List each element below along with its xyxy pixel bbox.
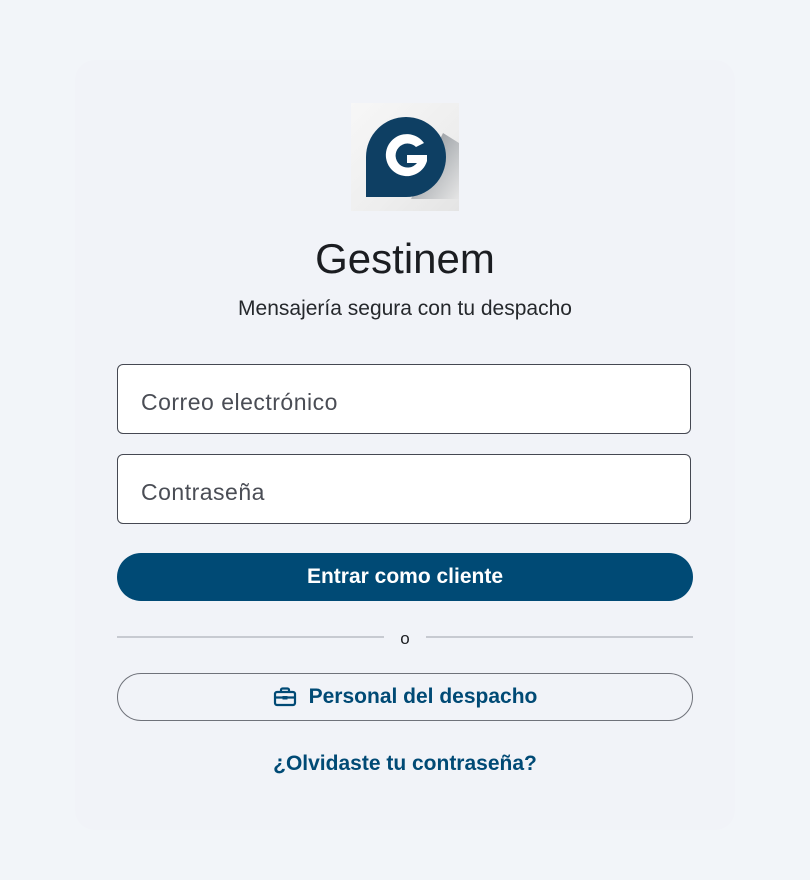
divider-text: o — [400, 629, 410, 648]
client-login-button[interactable]: Entrar como cliente — [117, 553, 693, 601]
briefcase-icon — [273, 685, 297, 709]
gestinem-logo-icon — [351, 103, 459, 211]
password-field[interactable] — [117, 454, 691, 524]
app-subtitle: Mensajería segura con tu despacho — [238, 297, 572, 320]
divider-line-left — [117, 636, 384, 638]
forgot-password-link[interactable]: ¿Olvidaste tu contraseña? — [0, 749, 810, 779]
email-field[interactable] — [117, 364, 691, 434]
app-title: Gestinem — [315, 235, 495, 282]
staff-login-button[interactable]: Personal del despacho — [117, 673, 693, 721]
divider-line-right — [426, 636, 693, 638]
staff-login-label: Personal del despacho — [308, 685, 538, 708]
